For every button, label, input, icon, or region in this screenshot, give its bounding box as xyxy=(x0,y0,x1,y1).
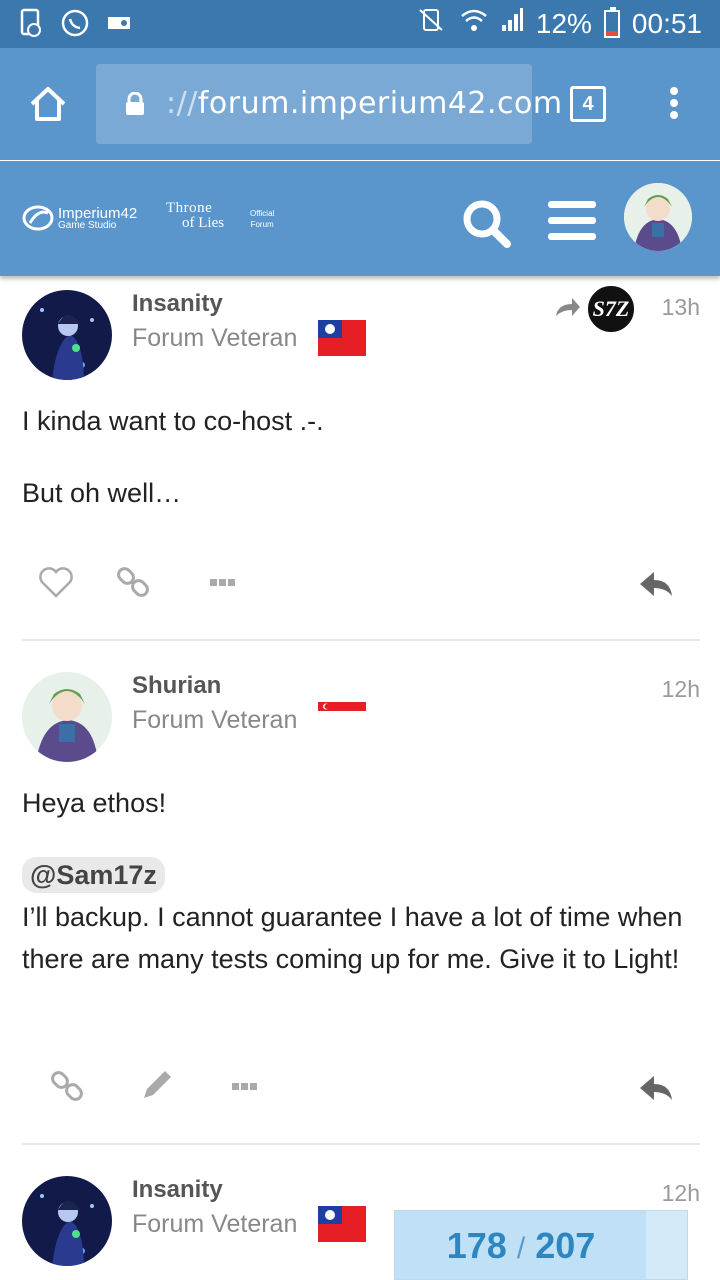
post-divider xyxy=(22,1143,700,1145)
progress-current: 178 xyxy=(446,1225,507,1266)
imperium42-logo[interactable]: Imperium42 Game Studio xyxy=(22,205,137,231)
whatsapp-icon xyxy=(60,8,90,38)
mute-icon xyxy=(414,6,448,41)
game-icon xyxy=(104,8,134,38)
logo1-main: Imperium42 xyxy=(58,204,138,222)
more-icon[interactable] xyxy=(206,562,246,602)
user-mention[interactable]: @Sam17z xyxy=(22,857,165,893)
reply-to-icon[interactable] xyxy=(552,292,582,322)
post-actions xyxy=(22,1066,700,1110)
post-body: I kinda want to co-host .-. But oh well… xyxy=(22,400,700,514)
status-bar: 12% 00:51 xyxy=(0,0,720,48)
post-avatar[interactable] xyxy=(22,290,112,380)
post-actions xyxy=(22,562,700,606)
link-icon[interactable] xyxy=(48,1066,88,1106)
progress-total: 207 xyxy=(535,1225,596,1266)
singapore-flag-icon xyxy=(318,702,366,720)
post-user-title: Forum Veteran xyxy=(132,324,298,352)
reply-to-label: S7Z xyxy=(592,296,630,321)
throne-of-lies-logo[interactable]: Throne of Lies xyxy=(166,201,224,231)
imperium42-mark-icon xyxy=(22,205,54,231)
url-scheme: :// xyxy=(166,86,198,121)
url-text: ://forum.imperium42.com xyxy=(166,86,563,121)
tab-switcher-button[interactable]: 4 xyxy=(570,86,606,122)
post-divider xyxy=(22,639,700,641)
sim-icon xyxy=(16,8,46,38)
url-bar[interactable]: ://forum.imperium42.com xyxy=(96,64,562,144)
reply-icon[interactable] xyxy=(636,1066,676,1106)
logo3-line1: Official xyxy=(250,209,275,218)
post-paragraph: But oh well… xyxy=(22,478,182,508)
link-icon[interactable] xyxy=(114,562,154,602)
more-icon[interactable] xyxy=(228,1066,268,1106)
search-icon[interactable] xyxy=(460,197,512,249)
lock-icon xyxy=(124,91,146,116)
url-host: forum.imperium42.com xyxy=(197,86,563,121)
reply-to-avatar[interactable]: S7Z xyxy=(586,284,636,334)
edit-icon[interactable] xyxy=(136,1066,176,1106)
topic-progress-text: 178 / 207 xyxy=(395,1225,647,1267)
post-paragraph: I’ll backup. I cannot guarantee I have a… xyxy=(22,902,683,974)
official-forum-label: Official Forum xyxy=(250,208,274,230)
site-header: Imperium42 Game Studio Throne of Lies Of… xyxy=(0,161,720,276)
post-paragraph: I kinda want to co-host .-. xyxy=(22,406,324,436)
battery-icon xyxy=(603,6,620,38)
post-time[interactable]: 13h xyxy=(662,294,700,321)
user-avatar[interactable] xyxy=(624,183,692,251)
home-icon[interactable] xyxy=(28,84,68,124)
topic-progress[interactable]: 178 / 207 xyxy=(394,1210,688,1280)
post: Shurian Forum Veteran 12h Heya ethos! @S… xyxy=(22,672,700,1112)
signal-icon xyxy=(500,7,524,40)
taiwan-flag-icon xyxy=(318,320,366,356)
clock: 00:51 xyxy=(631,7,702,39)
post: Insanity Forum Veteran S7Z 13h I kinda w… xyxy=(22,284,700,620)
battery-percent: 12% xyxy=(535,7,592,39)
post-avatar[interactable] xyxy=(22,1176,112,1266)
post-time[interactable]: 12h xyxy=(662,676,700,703)
post-avatar[interactable] xyxy=(22,672,112,762)
overflow-menu-icon[interactable] xyxy=(664,84,684,124)
progress-separator: / xyxy=(516,1232,526,1265)
post-paragraph: Heya ethos! xyxy=(22,788,167,818)
post-author[interactable]: Insanity xyxy=(132,1176,223,1204)
post-author[interactable]: Shurian xyxy=(132,672,221,700)
wifi-icon xyxy=(460,7,488,40)
logo2-line2: of Lies xyxy=(182,215,225,231)
reply-icon[interactable] xyxy=(636,562,676,602)
post-author[interactable]: Insanity xyxy=(132,290,223,318)
taiwan-flag-icon xyxy=(318,1206,366,1242)
logo2-line1: Throne xyxy=(166,200,213,216)
post-user-title: Forum Veteran xyxy=(132,1210,298,1238)
post-body: Heya ethos! @Sam17z I’ll backup. I canno… xyxy=(22,782,700,980)
browser-toolbar: ://forum.imperium42.com 4 xyxy=(0,48,720,160)
post-user-title: Forum Veteran xyxy=(132,706,298,734)
hamburger-menu-icon[interactable] xyxy=(548,201,596,241)
post-time[interactable]: 12h xyxy=(662,1180,700,1207)
logo1-sub: Game Studio xyxy=(58,219,117,231)
heart-icon[interactable] xyxy=(36,562,76,602)
logo3-line2: Forum xyxy=(250,220,274,230)
